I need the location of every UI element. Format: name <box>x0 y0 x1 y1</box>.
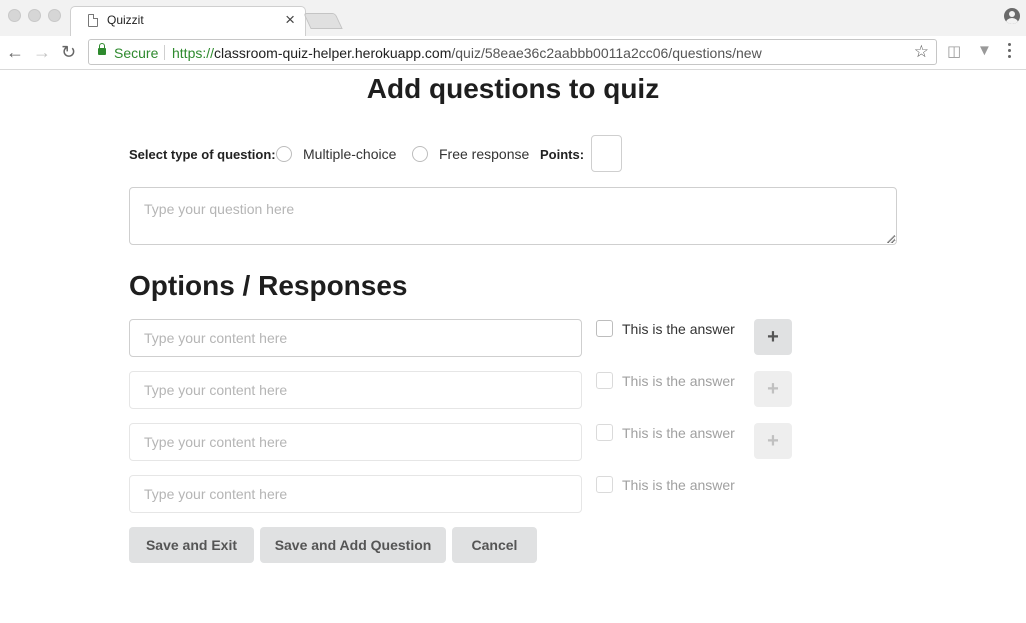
minimize-window-icon[interactable] <box>28 9 41 22</box>
lock-icon <box>98 43 106 55</box>
browser-toolbar: ← → ↻ Secure https://classroom-quiz-help… <box>0 36 1026 70</box>
browser-menu-icon[interactable] <box>1008 43 1012 61</box>
cancel-button[interactable]: Cancel <box>452 527 537 563</box>
options-section-title: Options / Responses <box>129 270 408 301</box>
document-icon <box>88 14 98 27</box>
reload-icon[interactable]: ↻ <box>61 41 76 63</box>
points-label: Points: <box>540 147 585 162</box>
points-input[interactable] <box>591 135 622 172</box>
question-textarea[interactable] <box>129 187 897 245</box>
add-option-button[interactable]: + <box>754 319 792 355</box>
answer-checkbox[interactable] <box>596 320 613 337</box>
forward-arrow-icon[interactable]: → <box>33 41 51 63</box>
tab-title: Quizzit <box>107 13 144 27</box>
option-row-4: This is the answer <box>129 475 799 513</box>
free-response-label[interactable]: Free response <box>439 146 529 162</box>
back-arrow-icon[interactable]: ← <box>6 41 24 63</box>
vue-extension-icon[interactable]: ▼ <box>977 42 992 59</box>
option-row-2: This is the answer + <box>129 371 799 409</box>
answer-label[interactable]: This is the answer <box>622 477 735 493</box>
option-row-1: This is the answer + <box>129 319 799 357</box>
answer-checkbox[interactable] <box>596 424 613 441</box>
secure-label: Secure <box>114 45 159 61</box>
save-and-exit-button[interactable]: Save and Exit <box>129 527 254 563</box>
free-response-radio[interactable] <box>412 146 428 162</box>
answer-label[interactable]: This is the answer <box>622 425 735 441</box>
save-and-add-question-button[interactable]: Save and Add Question <box>260 527 446 563</box>
answer-checkbox[interactable] <box>596 476 613 493</box>
answer-label[interactable]: This is the answer <box>622 321 735 337</box>
answer-checkbox[interactable] <box>596 372 613 389</box>
add-option-button[interactable]: + <box>754 371 792 407</box>
url-scheme: https:// <box>172 45 215 61</box>
address-divider <box>164 45 165 60</box>
option-row-3: This is the answer + <box>129 423 799 461</box>
option-input[interactable] <box>129 371 582 409</box>
multiple-choice-radio[interactable] <box>276 146 292 162</box>
maximize-window-icon[interactable] <box>48 9 61 22</box>
option-input[interactable] <box>129 319 582 357</box>
profile-icon[interactable] <box>1004 8 1020 24</box>
new-tab-button[interactable] <box>303 13 343 29</box>
url-path: /quiz/58eae36c2aabbb0011a2cc06/questions… <box>451 45 762 61</box>
bookmark-star-icon[interactable]: ☆ <box>914 42 929 62</box>
close-window-icon[interactable] <box>8 9 21 22</box>
browser-tab[interactable]: Quizzit × <box>70 6 306 36</box>
browser-tab-bar: Quizzit × <box>0 0 1026 36</box>
multiple-choice-label[interactable]: Multiple-choice <box>303 146 396 162</box>
question-type-label: Select type of question: <box>129 147 276 162</box>
answer-label[interactable]: This is the answer <box>622 373 735 389</box>
option-input[interactable] <box>129 423 582 461</box>
option-input[interactable] <box>129 475 582 513</box>
url-text[interactable]: https://classroom-quiz-helper.herokuapp.… <box>172 45 762 61</box>
address-bar[interactable]: Secure https://classroom-quiz-helper.her… <box>88 39 937 65</box>
url-host: classroom-quiz-helper.herokuapp.com <box>214 45 452 61</box>
page-title: Add questions to quiz <box>366 73 660 104</box>
pocket-extension-icon[interactable]: ◫ <box>947 42 961 60</box>
close-tab-icon[interactable]: × <box>285 9 295 31</box>
add-option-button[interactable]: + <box>754 423 792 459</box>
